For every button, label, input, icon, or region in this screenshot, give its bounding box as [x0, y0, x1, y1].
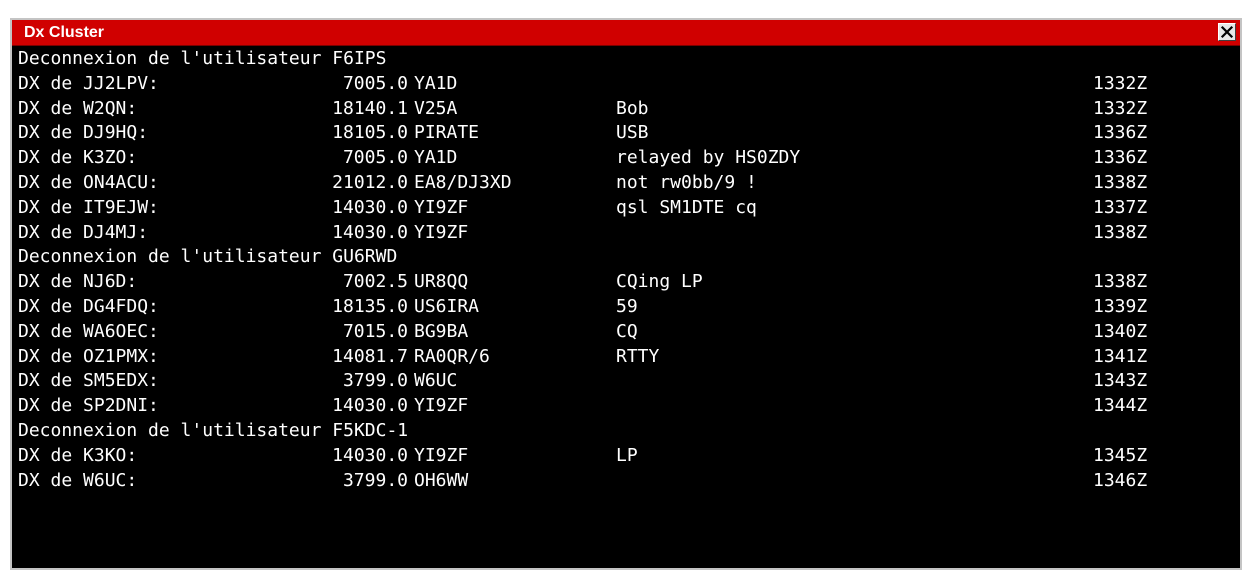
spot-time: 1341Z: [1093, 345, 1148, 367]
frequency: 21012.0: [332, 171, 408, 193]
spotter-call: DX de NJ6D:: [18, 271, 138, 293]
spot-comment: RTTY: [616, 345, 660, 367]
title-bar[interactable]: Dx Cluster: [12, 20, 1240, 46]
spot-line: DX de DJ4MJ: 14030.0 YI9ZF 1338Z: [18, 221, 1236, 246]
spot-comment: USB: [616, 122, 649, 144]
close-button[interactable]: [1218, 23, 1236, 41]
spot-line: DX de SM5EDX: 3799.0 W6UC 1343Z: [18, 369, 1236, 394]
spotter-call: DX de K3ZO:: [18, 147, 138, 169]
spot-comment: qsl SM1DTE cq: [616, 196, 757, 218]
dx-cluster-window: Dx Cluster Deconnexion de l'utilisateur …: [10, 18, 1242, 570]
spot-time: 1338Z: [1093, 271, 1148, 293]
spot-comment: relayed by HS0ZDY: [616, 147, 801, 169]
dx-call: PIRATE: [414, 122, 480, 144]
spot-line: DX de K3KO: 14030.0 YI9ZF LP 1345Z: [18, 444, 1236, 469]
window-title: Dx Cluster: [24, 24, 105, 41]
spot-comment: LP: [616, 444, 638, 466]
spot-time: 1338Z: [1093, 221, 1148, 243]
spot-line: DX de DJ9HQ: 18105.0 PIRATE USB 1336Z: [18, 121, 1236, 146]
spotter-call: DX de SP2DNI:: [18, 395, 159, 417]
frequency: 14030.0: [332, 444, 408, 466]
spot-time: 1336Z: [1093, 122, 1148, 144]
frequency: 7015.0: [342, 320, 408, 342]
dx-call: YA1D: [414, 147, 458, 169]
message-text: Deconnexion de l'utilisateur F6IPS: [18, 48, 387, 69]
frequency: 18135.0: [332, 295, 408, 317]
dx-call: YA1D: [414, 72, 458, 94]
message-text: Deconnexion de l'utilisateur F5KDC-1: [18, 419, 409, 441]
spot-time: 1332Z: [1093, 97, 1148, 119]
console-message-line: Deconnexion de l'utilisateur GU6RWD: [18, 245, 1236, 270]
dx-call: OH6WW: [414, 469, 469, 491]
frequency: 3799.0: [342, 469, 408, 491]
spot-comment: CQing LP: [616, 271, 703, 293]
spot-line: DX de K3ZO: 7005.0 YA1D relayed by HS0ZDY 13…: [18, 146, 1236, 171]
spot-time: 1339Z: [1093, 295, 1148, 317]
spot-line: DX de IT9EJW: 14030.0 YI9ZF qsl SM1DTE cq 13…: [18, 196, 1236, 221]
spotter-call: DX de W6UC:: [18, 469, 138, 491]
spot-line: DX de W2QN: 18140.1 V25A Bob 1332Z: [18, 97, 1236, 122]
spot-time: 1340Z: [1093, 320, 1148, 342]
frequency: 3799.0: [342, 370, 408, 392]
dx-call: YI9ZF: [414, 395, 469, 417]
message-text: Deconnexion de l'utilisateur GU6RWD: [18, 246, 398, 268]
frequency: 7002.5: [342, 271, 408, 293]
frequency: 18105.0: [332, 122, 408, 144]
spot-time: 1344Z: [1093, 395, 1148, 417]
spot-time: 1343Z: [1093, 370, 1148, 392]
close-icon: [1220, 25, 1234, 39]
frequency: 7005.0: [342, 72, 408, 94]
spot-comment: 59: [616, 295, 638, 317]
spot-time: 1346Z: [1093, 469, 1148, 491]
dx-call: W6UC: [414, 370, 458, 392]
dx-call: EA8/DJ3XD: [414, 171, 512, 193]
cluster-console[interactable]: Deconnexion de l'utilisateur F6IPS DX de …: [18, 47, 1236, 564]
frequency: 14081.7: [332, 345, 408, 367]
frequency: 14030.0: [332, 196, 408, 218]
spot-line: DX de WA6OEC: 7015.0 BG9BA CQ 1340Z: [18, 320, 1236, 345]
spotter-call: DX de K3KO:: [18, 444, 138, 466]
spot-line: DX de OZ1PMX: 14081.7 RA0QR/6 RTTY 1341Z: [18, 345, 1236, 370]
spotter-call: DX de SM5EDX:: [18, 370, 159, 392]
spotter-call: DX de IT9EJW:: [18, 196, 159, 218]
spotter-call: DX de DJ9HQ:: [18, 122, 149, 144]
spot-comment: CQ: [616, 320, 638, 342]
frequency: 14030.0: [332, 221, 408, 243]
spotter-call: DX de WA6OEC:: [18, 320, 159, 342]
spot-line: DX de JJ2LPV: 7005.0 YA1D 1332Z: [18, 72, 1236, 97]
frequency: 14030.0: [332, 395, 408, 417]
dx-call: YI9ZF: [414, 444, 469, 466]
dx-call: V25A: [414, 97, 458, 119]
spot-time: 1332Z: [1093, 72, 1148, 94]
spot-line: DX de W6UC: 3799.0 OH6WW 1346Z: [18, 469, 1236, 494]
spotter-call: DX de DG4FDQ:: [18, 295, 159, 317]
spot-line: DX de SP2DNI: 14030.0 YI9ZF 1344Z: [18, 394, 1236, 419]
dx-call: US6IRA: [414, 295, 480, 317]
spotter-call: DX de JJ2LPV:: [18, 72, 159, 94]
spot-line: DX de NJ6D: 7002.5 UR8QQ CQing LP 1338Z: [18, 270, 1236, 295]
spot-line: DX de ON4ACU: 21012.0 EA8/DJ3XD not rw0bb/9…: [18, 171, 1236, 196]
dx-call: YI9ZF: [414, 221, 469, 243]
spot-time: 1337Z: [1093, 196, 1148, 218]
dx-call: UR8QQ: [414, 271, 469, 293]
spot-time: 1338Z: [1093, 171, 1148, 193]
frequency: 7005.0: [342, 147, 408, 169]
spot-time: 1345Z: [1093, 444, 1148, 466]
spotter-call: DX de W2QN:: [18, 97, 138, 119]
spotter-call: DX de ON4ACU:: [18, 171, 159, 193]
spotter-call: DX de OZ1PMX:: [18, 345, 159, 367]
spotter-call: DX de DJ4MJ:: [18, 221, 149, 243]
dx-call: RA0QR/6: [414, 345, 490, 367]
dx-call: YI9ZF: [414, 196, 469, 218]
spot-comment: Bob: [616, 97, 649, 119]
spot-comment: not rw0bb/9 !: [616, 171, 757, 193]
spot-line: DX de DG4FDQ: 18135.0 US6IRA 59 1339Z: [18, 295, 1236, 320]
dx-call: BG9BA: [414, 320, 469, 342]
console-message-line: Deconnexion de l'utilisateur F6IPS: [18, 47, 1236, 72]
spot-time: 1336Z: [1093, 147, 1148, 169]
frequency: 18140.1: [332, 97, 408, 119]
console-message-line: Deconnexion de l'utilisateur F5KDC-1: [18, 419, 1236, 444]
